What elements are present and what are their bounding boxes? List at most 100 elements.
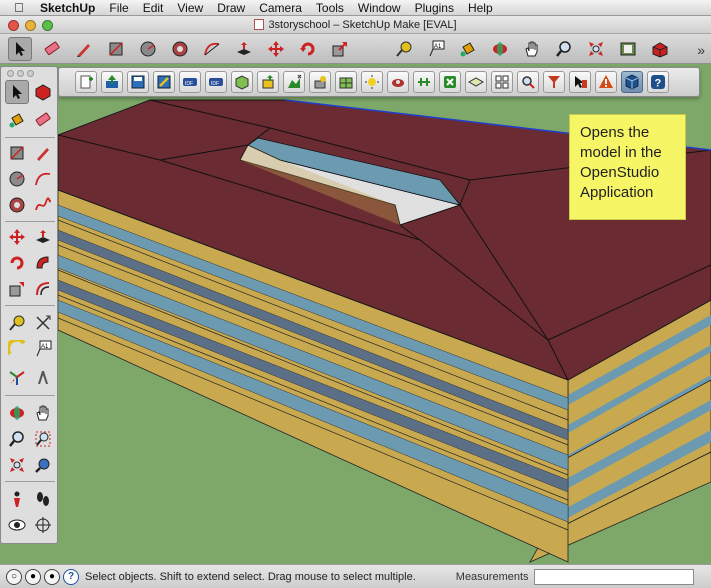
palette-zoom-extents-button[interactable] <box>5 453 29 477</box>
openstudio-application-icon <box>625 74 639 90</box>
render-mode-button[interactable] <box>491 71 513 93</box>
move-tool-button[interactable] <box>264 37 288 61</box>
palette-rotate-button[interactable] <box>5 251 29 275</box>
errors-warnings-button[interactable] <box>595 71 617 93</box>
surface-matching-button[interactable] <box>439 71 461 93</box>
eraser-tool-button[interactable] <box>40 37 64 61</box>
pan-tool-button[interactable] <box>520 37 544 61</box>
building-story-button[interactable] <box>283 71 305 93</box>
menu-file[interactable]: File <box>109 1 128 15</box>
toolbar-overflow-icon[interactable]: » <box>697 42 705 58</box>
palette-eraser-button[interactable] <box>31 108 55 132</box>
instructor-help-icon[interactable]: ? <box>63 568 79 585</box>
palette-tape-measure-button[interactable] <box>5 311 29 335</box>
palette-orbit-button[interactable] <box>5 401 29 425</box>
orbit-tool-button[interactable] <box>488 37 512 61</box>
new-model-button[interactable] <box>75 71 97 93</box>
geo-location-icon[interactable]: ○ <box>6 568 22 585</box>
pencil-tool-button[interactable] <box>72 37 96 61</box>
palette-push-pull-button[interactable] <box>31 225 55 249</box>
palette-position-camera-button[interactable] <box>5 487 29 511</box>
info-tool-button[interactable] <box>569 71 591 93</box>
save-model-button[interactable] <box>127 71 149 93</box>
palette-circle-button[interactable] <box>5 167 29 191</box>
palette-freehand-button[interactable] <box>31 193 55 217</box>
help-button[interactable]: ? <box>647 71 669 93</box>
palette-axes-button[interactable] <box>5 365 29 389</box>
palette-protractor-button[interactable] <box>5 337 29 361</box>
minimize-window-icon[interactable] <box>25 20 36 31</box>
palette-arc-button[interactable] <box>31 167 55 191</box>
palette-follow-me-button[interactable] <box>31 251 55 275</box>
menu-edit[interactable]: Edit <box>143 1 164 15</box>
palette-rectangle-button[interactable] <box>5 141 29 165</box>
polygon-tool-button[interactable] <box>168 37 192 61</box>
menu-plugins[interactable]: Plugins <box>415 1 454 15</box>
search-surfaces-button[interactable] <box>517 71 539 93</box>
circle-tool-button[interactable] <box>136 37 160 61</box>
filter-button[interactable] <box>543 71 565 93</box>
menu-draw[interactable]: Draw <box>217 1 245 15</box>
menu-camera[interactable]: Camera <box>259 1 302 15</box>
palette-dimension-button[interactable] <box>31 311 55 335</box>
tooltip-callout: Opens the model in the OpenStudio Applic… <box>569 114 686 220</box>
palette-select-button[interactable] <box>5 80 29 104</box>
components-tool-button[interactable] <box>616 37 640 61</box>
user-icon[interactable]: ● <box>44 568 60 585</box>
thermal-zone-button[interactable] <box>257 71 279 93</box>
palette-paint-bucket-button[interactable] <box>5 108 29 132</box>
scale-tool-button[interactable] <box>328 37 352 61</box>
palette-make-component-button[interactable] <box>31 80 55 104</box>
palette-offset-button[interactable] <box>31 277 55 301</box>
menu-window[interactable]: Window <box>358 1 401 15</box>
palette-scale-button[interactable] <box>5 277 29 301</box>
palette-text-button[interactable]: A1 <box>31 337 55 361</box>
zoom-extents-tool-button[interactable] <box>584 37 608 61</box>
rectangle-tool-button[interactable] <box>104 37 128 61</box>
menu-view[interactable]: View <box>177 1 203 15</box>
rotate-icon <box>300 42 315 56</box>
luminaire-button[interactable] <box>387 71 409 93</box>
zoom-tool-button[interactable] <box>552 37 576 61</box>
daylighting-button[interactable] <box>413 71 435 93</box>
measurements-input[interactable] <box>533 568 694 585</box>
menu-tools[interactable]: Tools <box>316 1 344 15</box>
openstudio-application-button[interactable] <box>621 71 643 93</box>
apple-menu-icon[interactable]:  <box>14 0 30 15</box>
tape-measure-tool-button[interactable] <box>392 37 416 61</box>
menu-help[interactable]: Help <box>468 1 493 15</box>
palette-pencil-button[interactable] <box>31 141 55 165</box>
import-idf-button[interactable]: IDF <box>179 71 201 93</box>
rotate-tool-button[interactable] <box>296 37 320 61</box>
palette-look-around-button[interactable] <box>5 513 29 537</box>
select-tool-button[interactable] <box>8 37 32 61</box>
close-window-icon[interactable] <box>8 20 19 31</box>
illuminance-map-button[interactable] <box>361 71 383 93</box>
palette-walk-button[interactable] <box>31 487 55 511</box>
palette-3d-text-button[interactable] <box>31 365 55 389</box>
errors-warnings-icon <box>599 75 613 88</box>
export-idf-button[interactable]: IDF <box>205 71 227 93</box>
palette-zoom-button[interactable] <box>5 427 29 451</box>
shading-group-button[interactable] <box>309 71 331 93</box>
interior-partition-button[interactable] <box>335 71 357 93</box>
save-as-button[interactable] <box>153 71 175 93</box>
new-surface-button[interactable] <box>465 71 487 93</box>
palette-move-button[interactable] <box>5 225 29 249</box>
text-tool-button[interactable]: A1 <box>424 37 448 61</box>
arc-tool-button[interactable] <box>200 37 224 61</box>
look-around-icon <box>8 519 26 531</box>
palette-polygon-button[interactable] <box>5 193 29 217</box>
palette-pan-button[interactable] <box>31 401 55 425</box>
credits-icon[interactable]: ● <box>25 568 41 585</box>
palette-previous-view-button[interactable] <box>31 453 55 477</box>
menu-app-sketchup[interactable]: SketchUp <box>40 1 95 15</box>
warehouse-tool-button[interactable] <box>648 37 672 61</box>
space-button[interactable] <box>231 71 253 93</box>
palette-zoom-window-button[interactable] <box>31 427 55 451</box>
paint-bucket-tool-button[interactable] <box>456 37 480 61</box>
zoom-window-icon[interactable] <box>42 20 53 31</box>
open-model-button[interactable] <box>101 71 123 93</box>
palette-section-plane-button[interactable] <box>31 513 55 537</box>
push-pull-tool-button[interactable] <box>232 37 256 61</box>
